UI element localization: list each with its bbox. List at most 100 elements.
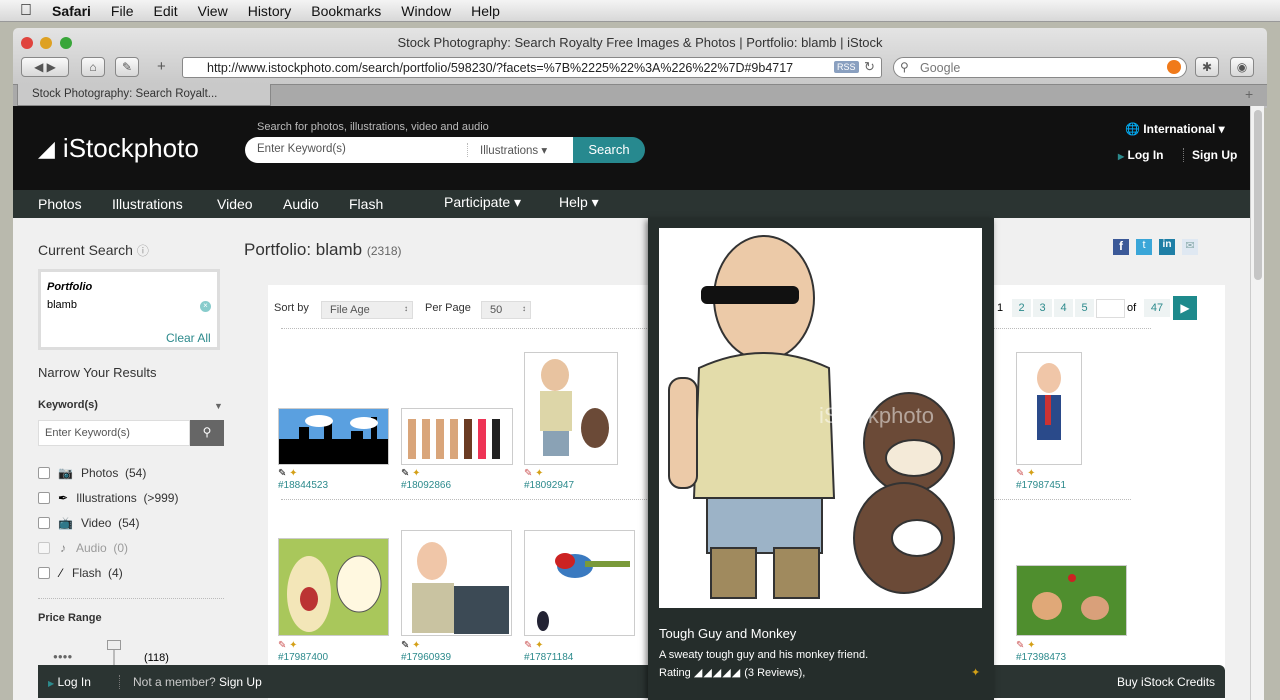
image-id-link[interactable]: #18092866 [401,480,451,491]
last-page-link[interactable]: 47 [1144,299,1170,317]
new-tab-button[interactable]: + [1245,86,1253,102]
file-type-icons: ✎ ✦ [1016,468,1036,479]
page-scrollbar[interactable] [1250,106,1264,700]
buy-credits-link[interactable]: Buy iStock Credits [1117,675,1215,689]
email-icon[interactable]: ✉ [1182,239,1198,255]
main-nav: Photos Illustrations Video Audio Flash P… [13,190,1250,218]
page-link-3[interactable]: 3 [1033,299,1052,317]
of-label: of [1127,302,1137,314]
image-id-link[interactable]: #18092947 [524,480,574,491]
bottom-signup[interactable]: Sign Up [219,675,262,689]
current-search-heading: Current Search ⓘ [38,242,149,258]
twitter-icon[interactable]: t [1136,239,1152,255]
bottom-bar: ▶ Log In Not a member? Sign Up Buy iStoc… [38,665,1225,698]
nav-audio[interactable]: Audio [283,196,319,212]
web-search-field[interactable]: Google [893,57,1187,78]
checkbox[interactable] [38,492,50,504]
menu-file[interactable]: File [111,3,134,19]
divider [38,598,224,599]
linkedin-icon[interactable]: in [1159,239,1175,255]
nav-flash[interactable]: Flash [349,196,383,212]
minimize-window-button[interactable] [40,37,52,49]
page-link-2[interactable]: 2 [1012,299,1031,317]
page-link-5[interactable]: 5 [1075,299,1094,317]
search-button[interactable]: Search [573,137,645,163]
image-id-link[interactable]: #17960939 [401,652,451,663]
checkbox[interactable] [38,517,50,529]
keywords-label[interactable]: Keyword(s) [38,399,98,411]
keyword-input[interactable]: Enter Keyword(s) [257,143,346,155]
filter-photos[interactable]: 📷 Photos (54) [38,466,146,480]
home-button[interactable]: ⌂ [81,57,105,77]
bottom-login[interactable]: ▶ Log In [48,675,91,689]
apple-icon[interactable]:  [20,2,32,20]
sidebar-keyword-input[interactable]: Enter Keyword(s) [38,420,190,446]
nav-participate[interactable]: Participate ▾ [444,194,521,211]
chevron-down-icon[interactable]: ▼ [214,401,223,411]
bird-image [537,553,630,631]
nav-illustrations[interactable]: Illustrations [112,196,183,212]
image-id-link[interactable]: #17398473 [1016,652,1066,663]
menu-view[interactable]: View [198,3,228,19]
category-select[interactable]: Illustrations ▾ [467,143,547,157]
image-id-link[interactable]: #17987451 [1016,480,1066,491]
share-icons: f t in ✉ [1113,239,1198,255]
info-icon[interactable]: ⓘ [137,244,149,258]
thumbnail-angel-man[interactable] [1016,352,1082,465]
page-number-input[interactable] [1096,299,1125,318]
mac-menubar:  Safari File Edit View History Bookmark… [0,0,1280,22]
remove-facet-icon[interactable]: × [200,301,211,312]
thumbnail-women[interactable] [401,408,513,465]
page-link-4[interactable]: 4 [1054,299,1073,317]
header-login[interactable]: ▶ Log In [1118,148,1164,162]
file-type-icons: ✎ ✦ [278,640,298,651]
filter-illustrations[interactable]: ✒ Illustrations (>999) [38,491,178,505]
menu-help[interactable]: Help [471,3,500,19]
menu-edit[interactable]: Edit [153,3,177,19]
download-button[interactable]: ◉ [1230,57,1254,77]
filter-flash[interactable]: ⁄ Flash (4) [38,566,123,580]
thumbnail-tough-guy[interactable] [524,352,618,465]
per-page-select[interactable]: 50 ↕ [481,301,531,319]
extension-button[interactable]: ✱ [1195,57,1219,77]
reload-icon[interactable]: ↻ [864,59,875,75]
snapback-icon[interactable] [1167,60,1181,74]
sort-select[interactable]: File Age ↕ [321,301,413,319]
menu-safari[interactable]: Safari [52,3,91,19]
thumbnail-bird[interactable] [524,530,635,636]
thumbnail-skyline[interactable] [278,408,389,465]
facebook-icon[interactable]: f [1113,239,1129,255]
checkbox[interactable] [38,467,50,479]
menu-bookmarks[interactable]: Bookmarks [311,3,381,19]
bookmark-button[interactable]: ✎ [115,57,139,77]
image-id-link[interactable]: #17871184 [524,652,573,663]
menu-history[interactable]: History [248,3,292,19]
thumbnail-cupid[interactable] [1016,565,1127,636]
image-id-link[interactable]: #18844523 [278,480,328,491]
istock-logo[interactable]: ◢ iStockphoto [38,133,199,164]
nav-help[interactable]: Help ▾ [559,194,599,211]
next-page-button[interactable]: ▶ [1173,296,1197,320]
back-forward-buttons[interactable]: ◀ ▶ [21,57,69,77]
price-slider-handle[interactable] [107,640,121,650]
nav-video[interactable]: Video [217,196,253,212]
filter-video[interactable]: 📺 Video (54) [38,516,139,530]
close-window-button[interactable] [21,37,33,49]
clear-all-link[interactable]: Clear All [166,331,211,345]
image-id-link[interactable]: #17987400 [278,652,328,663]
header-signup[interactable]: Sign Up [1183,148,1237,162]
add-bookmark-icon[interactable]: + [157,58,166,75]
keyword-search-button[interactable]: ⚲ [190,420,224,446]
rss-badge[interactable]: RSS [834,61,859,73]
address-bar[interactable]: http://www.istockphoto.com/search/portfo… [182,57,882,78]
nav-photos[interactable]: Photos [38,196,82,212]
menu-window[interactable]: Window [401,3,451,19]
scrollbar-thumb[interactable] [1254,110,1262,280]
checkbox[interactable] [38,567,50,579]
browser-tab[interactable]: Stock Photography: Search Royalt... [17,84,271,106]
search-hint: Search for photos, illustrations, video … [257,121,489,133]
thumbnail-monster[interactable] [278,538,389,636]
zoom-window-button[interactable] [60,37,72,49]
international-menu[interactable]: 🌐 International ▾ [1125,122,1225,136]
thumbnail-man-computer[interactable] [401,530,512,636]
